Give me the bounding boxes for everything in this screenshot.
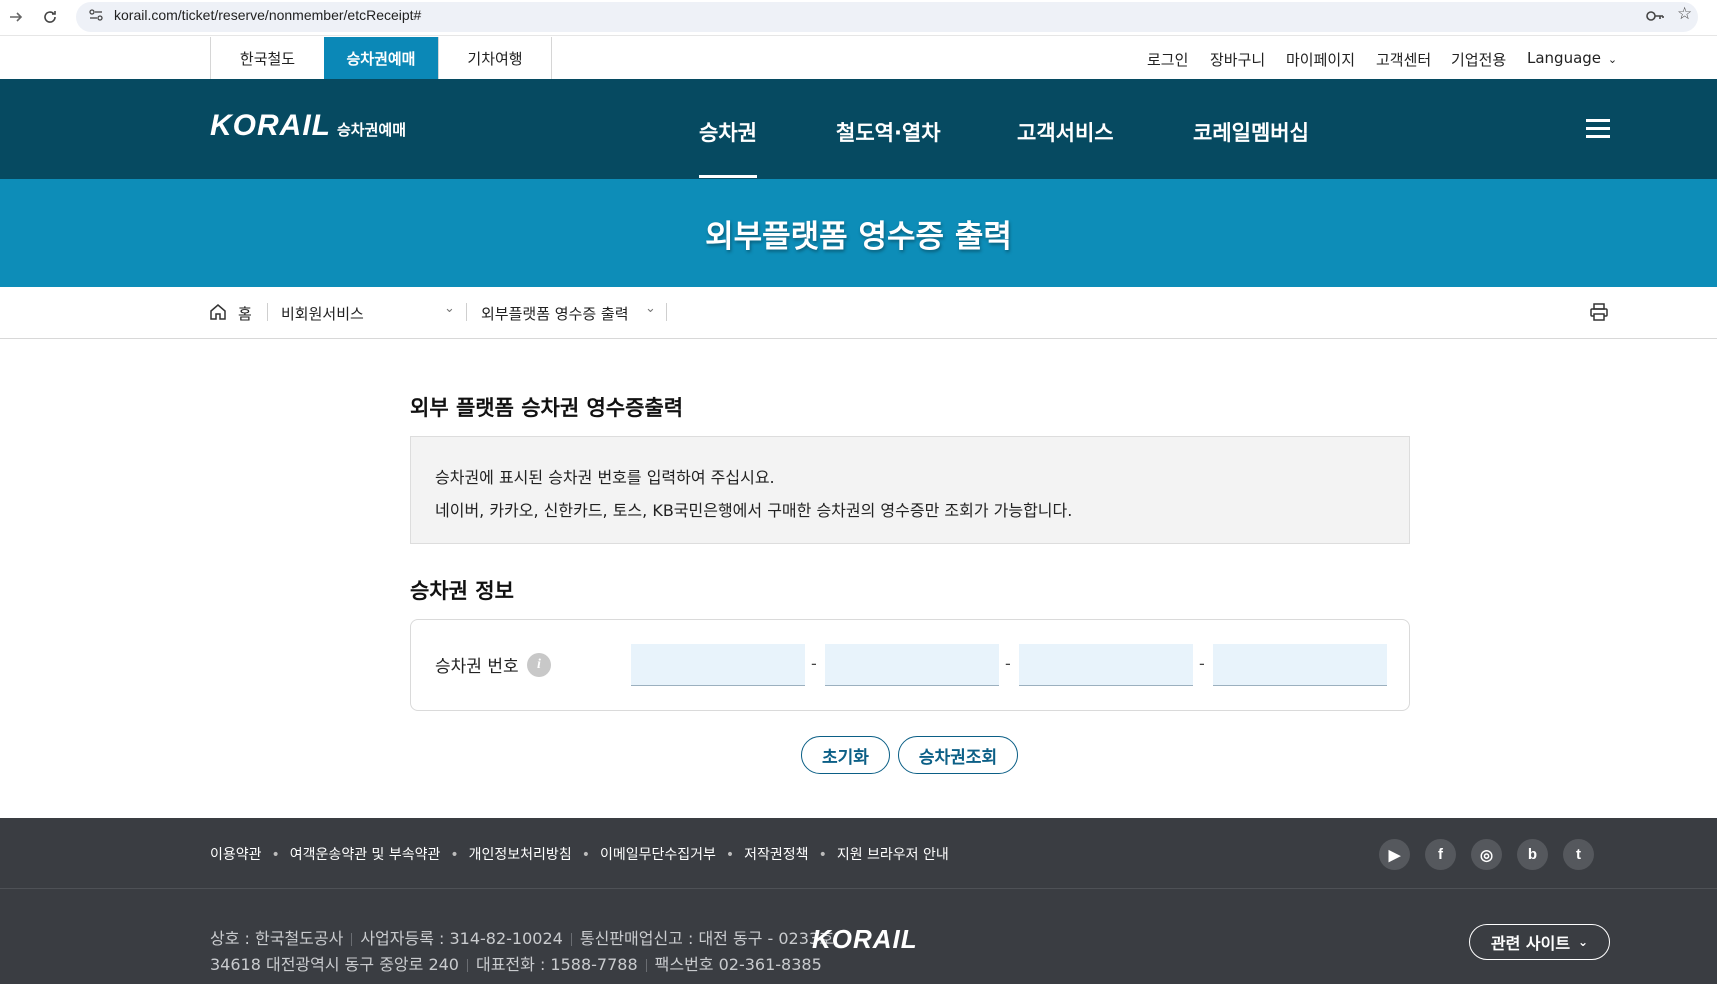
facebook-icon[interactable]: f bbox=[1425, 839, 1456, 870]
chevron-down-icon[interactable]: ⌄ bbox=[444, 301, 455, 316]
related-sites-button[interactable]: 관련 사이트 ⌄ bbox=[1469, 924, 1610, 960]
tab-ticket-reservation[interactable]: 승차권예매 bbox=[324, 37, 438, 79]
reload-icon[interactable] bbox=[38, 5, 62, 29]
notice-line-2: 네이버, 카카오, 신한카드, 토스, KB국민은행에서 구매한 승차권의 영수… bbox=[435, 501, 1073, 520]
breadcrumb-separator bbox=[267, 303, 268, 321]
breadcrumb-level2[interactable]: 외부플랫폼 영수증 출력 bbox=[481, 303, 629, 324]
notice-box: 승차권에 표시된 승차권 번호를 입력하여 주십시요. 네이버, 카카오, 신한… bbox=[410, 436, 1410, 544]
chevron-down-icon[interactable]: ⌄ bbox=[645, 301, 656, 316]
dot-separator: • bbox=[725, 847, 735, 863]
ticket-info-title: 승차권 정보 bbox=[410, 579, 514, 603]
utility-bar: 한국철도 승차권예매 기차여행 로그인 장바구니 마이페이지 고객센터 기업전용… bbox=[0, 37, 1717, 79]
cart-link[interactable]: 장바구니 bbox=[1210, 49, 1265, 70]
company-fax: 팩스번호 02-361-8385 bbox=[654, 955, 822, 974]
reset-button[interactable]: 초기화 bbox=[801, 736, 890, 774]
ticket-number-label: 승차권 번호 bbox=[435, 657, 519, 677]
home-icon[interactable] bbox=[209, 303, 227, 325]
tab-korail[interactable]: 한국철도 bbox=[210, 37, 324, 79]
language-label: Language bbox=[1527, 49, 1602, 67]
info-icon[interactable]: i bbox=[527, 653, 551, 677]
company-info: 상호 : 한국철도공사 사업자등록 : 314-82-10024 통신판매업신고 :… bbox=[210, 926, 834, 978]
dash-separator: - bbox=[1005, 654, 1011, 673]
related-sites-label: 관련 사이트 bbox=[1490, 934, 1571, 953]
breadcrumb-separator bbox=[466, 303, 467, 321]
twitter-icon[interactable]: t bbox=[1563, 839, 1594, 870]
ticket-number-input-1[interactable] bbox=[631, 644, 805, 686]
notice-line-1: 승차권에 표시된 승차권 번호를 입력하여 주십시요. bbox=[435, 468, 775, 487]
dash-separator: - bbox=[811, 654, 817, 673]
ticket-number-form: 승차권 번호 i - - - bbox=[410, 619, 1410, 711]
mypage-link[interactable]: 마이페이지 bbox=[1286, 49, 1355, 70]
section-title: 외부 플랫폼 승차권 영수증출력 bbox=[410, 396, 684, 420]
chevron-down-icon: ⌄ bbox=[1578, 935, 1589, 949]
tab-train-travel[interactable]: 기차여행 bbox=[438, 37, 552, 79]
password-key-icon[interactable] bbox=[1645, 6, 1665, 30]
business-registration: 사업자등록 : 314-82-10024 bbox=[360, 929, 563, 948]
breadcrumb: 홈 비회원서비스 ⌄ 외부플랫폼 영수증 출력 ⌄ bbox=[0, 287, 1717, 339]
footer-link-copyright[interactable]: 저작권정책 bbox=[744, 847, 808, 863]
footer-link-privacy[interactable]: 개인정보처리방침 bbox=[469, 847, 572, 863]
ticket-search-button[interactable]: 승차권조회 bbox=[898, 736, 1018, 774]
blog-icon[interactable]: b bbox=[1517, 839, 1548, 870]
footer-links: 이용약관 • 여객운송약관 및 부속약관 • 개인정보처리방침 • 이메일무단수집거부 • 저작… bbox=[210, 844, 949, 864]
chevron-down-icon: ⌄ bbox=[1607, 53, 1618, 66]
site-settings-icon[interactable] bbox=[88, 7, 104, 23]
company-phone: 대표전화 : 1588-7788 bbox=[475, 955, 638, 974]
page-title: 외부플랫폼 영수증 출력 bbox=[705, 218, 1012, 255]
corporate-link[interactable]: 기업전용 bbox=[1451, 49, 1506, 70]
main-header: KORAIL 승차권예매 승차권 철도역·열차 고객서비스 코레일멤버십 bbox=[0, 79, 1717, 179]
footer-link-email-refusal[interactable]: 이메일무단수집거부 bbox=[600, 847, 716, 863]
nav-customer-service[interactable]: 고객서비스 bbox=[1017, 117, 1114, 147]
dot-separator: • bbox=[581, 847, 590, 863]
footer-link-transport-terms[interactable]: 여객운송약관 및 부속약관 bbox=[290, 847, 441, 863]
ticket-number-input-3[interactable] bbox=[1019, 644, 1193, 686]
bookmark-star-icon[interactable]: ☆ bbox=[1677, 4, 1692, 24]
dot-separator: • bbox=[271, 847, 280, 863]
dot-separator: • bbox=[818, 847, 827, 863]
print-icon[interactable] bbox=[1589, 302, 1609, 326]
customer-center-link[interactable]: 고객센터 bbox=[1376, 49, 1431, 70]
ticket-number-input-4[interactable] bbox=[1213, 644, 1387, 686]
company-address: 34618 대전광역시 동구 중앙로 240 bbox=[210, 955, 459, 974]
footer-link-terms[interactable]: 이용약관 bbox=[210, 847, 262, 863]
company-name: 상호 : 한국철도공사 bbox=[210, 929, 344, 948]
breadcrumb-home[interactable]: 홈 bbox=[238, 303, 252, 324]
logo-text: KORAIL bbox=[210, 109, 331, 142]
nav-membership[interactable]: 코레일멤버십 bbox=[1193, 117, 1309, 147]
menu-hamburger-icon[interactable] bbox=[1586, 119, 1610, 139]
nav-station-train[interactable]: 철도역·열차 bbox=[836, 117, 941, 147]
footer-korail-logo: KORAIL bbox=[812, 924, 918, 954]
page-banner: 외부플랫폼 영수증 출력 bbox=[0, 179, 1717, 287]
footer-link-browser[interactable]: 지원 브라우저 안내 bbox=[837, 847, 949, 863]
ticket-number-input-2[interactable] bbox=[825, 644, 999, 686]
instagram-icon[interactable]: ◎ bbox=[1471, 839, 1502, 870]
korail-logo[interactable]: KORAIL 승차권예매 bbox=[210, 109, 406, 143]
browser-toolbar: korail.com/ticket/reserve/nonmember/etcR… bbox=[0, 0, 1717, 36]
breadcrumb-level1[interactable]: 비회원서비스 bbox=[281, 303, 364, 324]
footer-divider bbox=[0, 888, 1717, 889]
url-text[interactable]: korail.com/ticket/reserve/nonmember/etcR… bbox=[114, 7, 421, 23]
breadcrumb-separator bbox=[666, 303, 667, 321]
dot-separator: • bbox=[450, 847, 459, 863]
login-link[interactable]: 로그인 bbox=[1147, 49, 1188, 70]
logo-subtitle: 승차권예매 bbox=[337, 121, 407, 139]
footer: 이용약관 • 여객운송약관 및 부속약관 • 개인정보처리방침 • 이메일무단수집거부 • 저작… bbox=[0, 818, 1717, 984]
youtube-icon[interactable]: ▶ bbox=[1379, 839, 1410, 870]
dash-separator: - bbox=[1199, 654, 1205, 673]
nav-active-indicator bbox=[699, 175, 757, 178]
language-selector[interactable]: Language ⌄ bbox=[1527, 49, 1617, 67]
nav-ticket[interactable]: 승차권 bbox=[699, 117, 757, 147]
forward-icon[interactable] bbox=[4, 5, 28, 29]
mail-order-registration: 통신판매업신고 : 대전 동구 - 0233호 bbox=[579, 929, 834, 948]
